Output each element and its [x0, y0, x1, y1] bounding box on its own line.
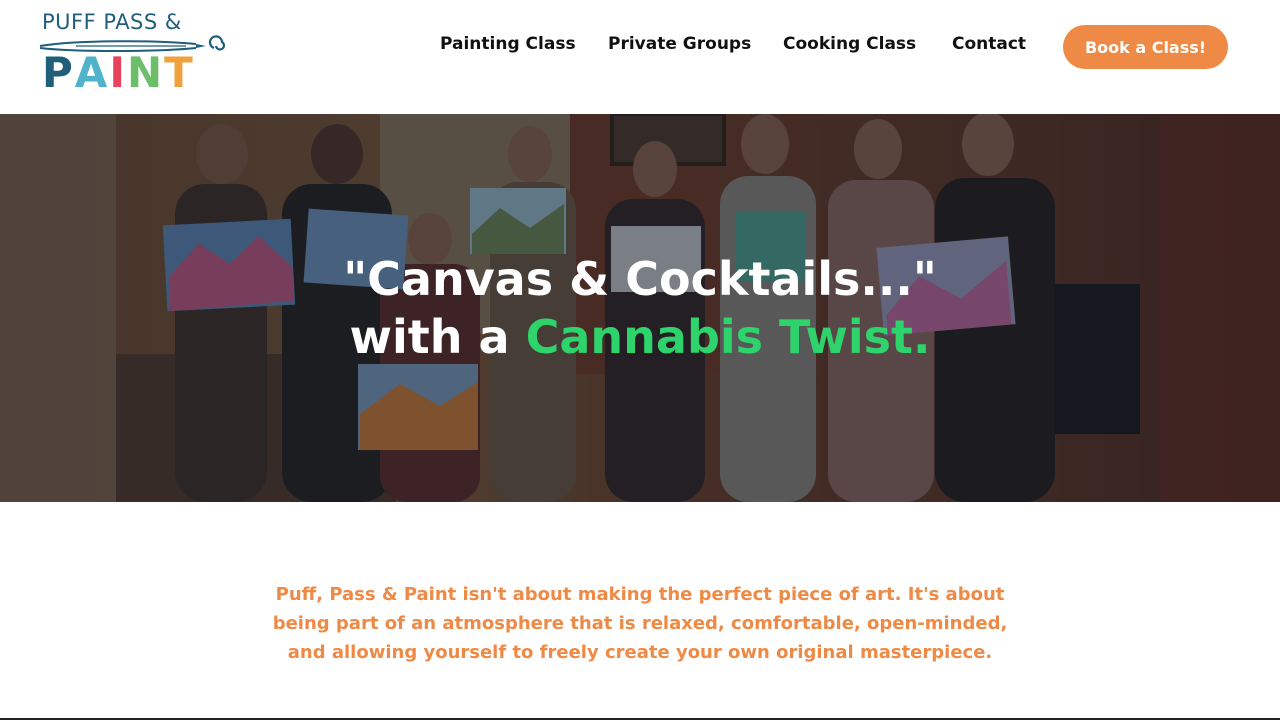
logo-letter: T: [164, 48, 195, 97]
logo-letter: A: [74, 48, 110, 97]
hero-banner: "Canvas & Cocktails..." with a Cannabis …: [0, 114, 1280, 502]
site-header: PUFF PASS & PAINT Painting Class Private…: [0, 0, 1280, 114]
nav-cooking-class[interactable]: Cooking Class: [783, 34, 916, 58]
hero-headline: "Canvas & Cocktails..." with a Cannabis …: [0, 250, 1280, 366]
site-logo[interactable]: PUFF PASS & PAINT: [36, 8, 232, 98]
logo-line-1: PUFF PASS &: [42, 10, 182, 34]
nav-painting-class[interactable]: Painting Class: [440, 34, 576, 58]
hero-headline-prefix: with a: [349, 310, 510, 364]
logo-letter: I: [109, 48, 127, 97]
intro-paragraph: Puff, Pass & Paint isn't about making th…: [272, 584, 1008, 663]
nav-private-groups[interactable]: Private Groups: [608, 34, 751, 58]
nav-contact[interactable]: Contact: [952, 34, 1026, 58]
book-class-button[interactable]: Book a Class!: [1063, 25, 1228, 69]
logo-letter: N: [126, 48, 165, 97]
logo-letter: P: [42, 48, 75, 97]
hero-headline-line-1: "Canvas & Cocktails...": [343, 252, 937, 306]
logo-line-2: PAINT: [42, 52, 195, 94]
hero-headline-accent: Cannabis Twist.: [525, 310, 931, 364]
hero-headline-line-2: with a Cannabis Twist.: [0, 308, 1280, 366]
